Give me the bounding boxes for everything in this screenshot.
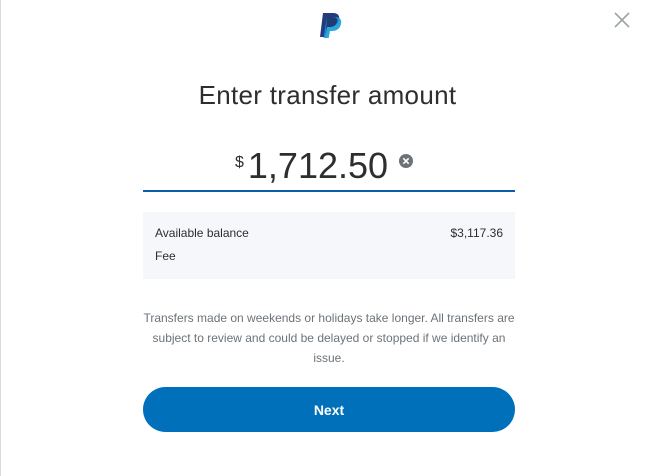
balance-summary: Available balance $3,117.36 Fee <box>143 212 515 279</box>
paypal-logo-icon <box>316 10 346 40</box>
dialog-left-border <box>0 0 1 476</box>
fee-row: Fee <box>155 249 503 263</box>
amount-input-field[interactable]: $ 1,712.50 <box>143 140 515 192</box>
next-button[interactable]: Next <box>143 387 515 432</box>
page-title: Enter transfer amount <box>198 80 457 110</box>
amount-value[interactable]: 1,712.50 <box>248 146 388 186</box>
currency-symbol: $ <box>235 154 244 171</box>
available-balance-row: Available balance $3,117.36 <box>155 226 503 240</box>
clear-circle-icon[interactable] <box>399 154 413 168</box>
fee-label: Fee <box>155 249 176 263</box>
available-balance-value: $3,117.36 <box>450 226 504 240</box>
amount-display[interactable]: $ 1,712.50 <box>235 146 388 186</box>
transfer-disclaimer: Transfers made on weekends or holidays t… <box>143 311 515 365</box>
transfer-amount-dialog: Enter transfer amount $ 1,712.50 Availab… <box>0 0 655 476</box>
close-icon[interactable] <box>610 8 634 32</box>
available-balance-label: Available balance <box>155 226 249 240</box>
